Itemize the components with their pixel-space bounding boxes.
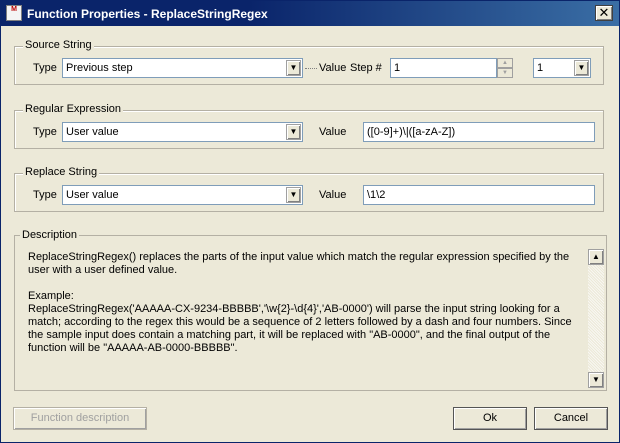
step-label: Step #	[350, 62, 382, 74]
chevron-down-icon[interactable]: ▼	[574, 60, 589, 76]
source-type-label: Type	[33, 62, 57, 74]
regex-value-input[interactable]: ([0-9]+)\|([a-zA-Z])	[363, 122, 595, 142]
app-icon: M	[6, 5, 22, 21]
description-scrollbar[interactable]: ▲ ▼	[588, 249, 604, 388]
close-button[interactable]: ✕	[595, 5, 613, 21]
source-type-select[interactable]: Previous step ▼	[62, 58, 303, 78]
replace-type-value: User value	[66, 189, 119, 201]
regex-type-select[interactable]: User value ▼	[62, 122, 303, 142]
step-input-value: 1	[394, 62, 401, 74]
replace-type-label: Type	[33, 189, 57, 201]
source-string-group-label: Source String	[23, 39, 94, 51]
cancel-button[interactable]: Cancel	[534, 407, 608, 430]
replace-group-label: Replace String	[23, 166, 100, 178]
chevron-down-icon[interactable]: ▼	[286, 187, 301, 203]
replace-value-label: Value	[319, 189, 347, 201]
replace-value-input[interactable]: \1\2	[363, 185, 595, 205]
ok-button[interactable]: Ok	[453, 407, 527, 430]
chevron-down-icon[interactable]: ▼	[286, 124, 301, 140]
description-group: Description ReplaceStringRegex() replace…	[14, 229, 607, 391]
scroll-up-icon[interactable]: ▲	[588, 249, 604, 265]
description-example: Example: ReplaceStringRegex('AAAAA-CX-92…	[28, 290, 572, 354]
description-text: ReplaceStringRegex() replaces the parts …	[28, 251, 583, 368]
dialog-window: M Function Properties - ReplaceStringReg…	[0, 0, 620, 443]
step-select[interactable]: 1 ▼	[533, 58, 591, 78]
replace-string-group: Replace String Type User value ▼ Value \…	[14, 166, 604, 212]
scroll-down-icon[interactable]: ▼	[588, 372, 604, 388]
step-select-value: 1	[537, 62, 544, 74]
chevron-down-icon[interactable]: ▼	[286, 60, 301, 76]
replace-value-text: \1\2	[367, 189, 386, 201]
dialog-body: Source String Type Previous step ▼ Value…	[1, 26, 619, 442]
title-bar[interactable]: M Function Properties - ReplaceStringReg…	[1, 1, 619, 26]
description-group-label: Description	[20, 229, 80, 241]
regex-type-label: Type	[33, 126, 57, 138]
step-input[interactable]: 1	[390, 58, 497, 78]
regular-expression-group: Regular Expression Type User value ▼ Val…	[14, 103, 604, 149]
source-type-value: Previous step	[66, 62, 133, 74]
regex-type-value: User value	[66, 126, 119, 138]
spin-up-icon[interactable]: ▲	[497, 58, 513, 68]
regex-group-label: Regular Expression	[23, 103, 123, 115]
source-value-label: Value	[319, 62, 347, 74]
function-description-button[interactable]: Function description	[13, 407, 147, 430]
regex-value-label: Value	[319, 126, 347, 138]
description-paragraph: ReplaceStringRegex() replaces the parts …	[28, 251, 573, 276]
regex-value-text: ([0-9]+)\|([a-zA-Z])	[367, 126, 456, 138]
divider	[305, 68, 317, 69]
spin-down-icon[interactable]: ▼	[497, 68, 513, 78]
replace-type-select[interactable]: User value ▼	[62, 185, 303, 205]
window-title: Function Properties - ReplaceStringRegex	[27, 7, 268, 21]
source-string-group: Source String Type Previous step ▼ Value…	[14, 39, 604, 85]
step-spinner[interactable]: ▲ ▼	[497, 58, 513, 78]
